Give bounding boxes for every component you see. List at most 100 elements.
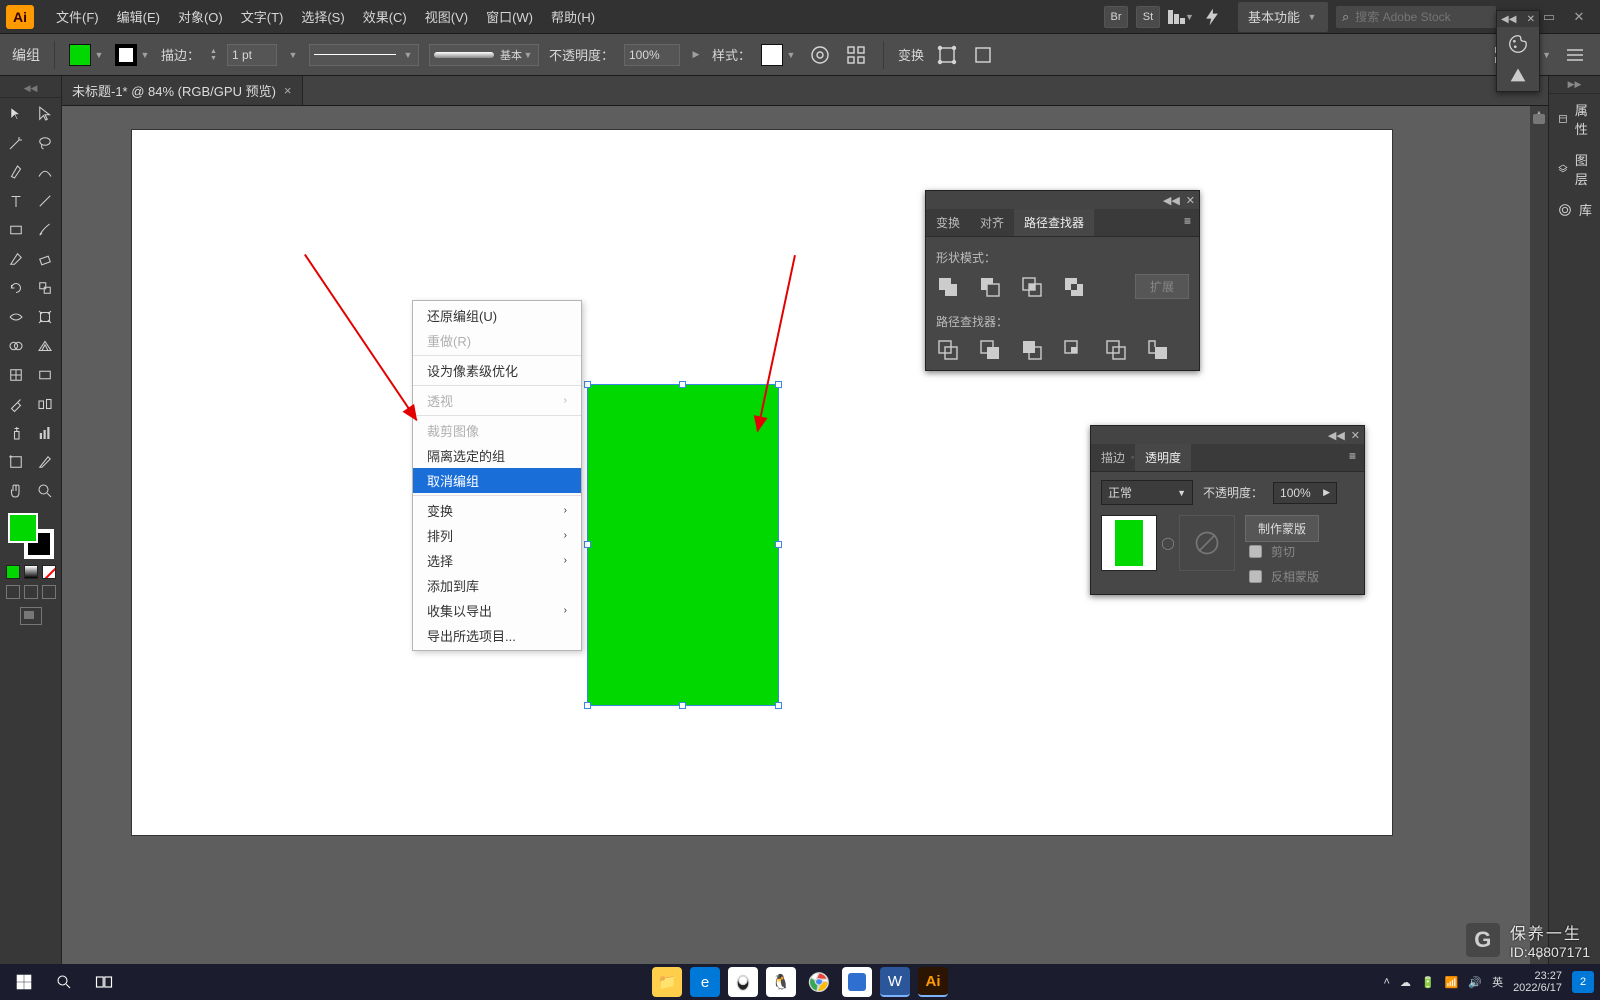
scale-tool[interactable] (31, 274, 59, 302)
close-icon[interactable]: ✕ (1186, 194, 1195, 207)
minus-front-icon[interactable] (978, 275, 1002, 299)
free-transform-tool[interactable] (31, 303, 59, 331)
menu-object[interactable]: 对象(O) (170, 3, 231, 30)
tab-transform[interactable]: 变换 (926, 209, 970, 236)
selected-group[interactable] (588, 385, 778, 705)
curvature-tool[interactable] (31, 158, 59, 186)
tab-pathfinder[interactable]: 路径查找器 (1014, 209, 1094, 236)
ctx-undo[interactable]: 还原编组(U) (413, 303, 581, 328)
eraser-tool[interactable] (31, 245, 59, 273)
opacity-input[interactable]: 100%▶ (1273, 482, 1337, 504)
transparency-panel[interactable]: ◀◀✕ 描边 ◦透明度 ≡ 正常▼ 不透明度： 100%▶ ◯ 制作蒙版 (1090, 425, 1365, 595)
column-graph-tool[interactable] (31, 419, 59, 447)
menu-edit[interactable]: 编辑(E) (109, 3, 168, 30)
eyedropper-tool[interactable] (2, 390, 30, 418)
doc-tab[interactable]: 未标题-1* @ 84% (RGB/GPU 预览) × (62, 76, 303, 105)
taskbar-chrome[interactable] (804, 967, 834, 997)
mesh-tool[interactable] (2, 361, 30, 389)
mask-thumb[interactable] (1179, 515, 1235, 571)
dock-toggle[interactable]: ▶▶ (1549, 76, 1600, 94)
resize-handle[interactable] (679, 702, 686, 709)
draw-behind-icon[interactable] (24, 585, 38, 599)
close-icon[interactable]: ✕ (1351, 429, 1360, 442)
resize-handle[interactable] (775, 702, 782, 709)
divide-icon[interactable] (936, 338, 960, 362)
exclude-icon[interactable] (1062, 275, 1086, 299)
menu-effect[interactable]: 效果(C) (355, 3, 415, 30)
unite-icon[interactable] (936, 275, 960, 299)
tab-align[interactable]: 对齐 (970, 209, 1014, 236)
menu-window[interactable]: 窗口(W) (478, 3, 541, 30)
line-tool[interactable] (31, 187, 59, 215)
opacity-arrow-icon[interactable]: ▶ (690, 44, 702, 66)
gradient-fill-icon[interactable] (24, 565, 38, 579)
tab-stroke[interactable]: 描边 (1091, 444, 1135, 471)
fill-swatch[interactable]: ▼ (69, 44, 105, 66)
panel-menu-icon[interactable]: ≡ (1176, 209, 1199, 236)
search-input[interactable] (1353, 9, 1490, 25)
close-tab-icon[interactable]: × (284, 83, 292, 98)
menu-icon[interactable] (1562, 42, 1588, 68)
ctx-add-to-library[interactable]: 添加到库 (413, 573, 581, 598)
ctx-select[interactable]: 选择› (413, 548, 581, 573)
crop-icon[interactable] (1062, 338, 1086, 362)
search-box[interactable]: ⌕ (1336, 6, 1496, 28)
color-palette-icon[interactable] (1507, 33, 1529, 55)
scrollbar-thumb[interactable] (1533, 114, 1545, 124)
color-mini-panel[interactable]: ◀◀✕ (1496, 10, 1540, 92)
stroke-swatch[interactable]: ▼ (115, 44, 151, 66)
minus-back-icon[interactable] (1146, 338, 1170, 362)
blend-tool[interactable] (31, 390, 59, 418)
solid-fill-icon[interactable] (6, 565, 20, 579)
ctx-ungroup[interactable]: 取消编组 (413, 468, 581, 493)
taskbar-qq[interactable] (728, 967, 758, 997)
ctx-transform[interactable]: 变换› (413, 498, 581, 523)
artboard-tool[interactable] (2, 448, 30, 476)
stroke-weight-stepper[interactable]: ▲▼ (210, 48, 217, 62)
ctx-isolate[interactable]: 隔离选定的组 (413, 443, 581, 468)
menu-help[interactable]: 帮助(H) (543, 3, 603, 30)
lasso-tool[interactable] (31, 129, 59, 157)
color-guide-icon[interactable] (1507, 63, 1529, 85)
taskbar-word[interactable]: W (880, 967, 910, 997)
vertical-scrollbar[interactable]: ▲ ▼ (1530, 106, 1548, 964)
task-view-icon[interactable] (86, 967, 122, 997)
tray-battery-icon[interactable]: 🔋 (1421, 976, 1435, 989)
gpu-preview-icon[interactable] (1202, 7, 1222, 27)
notification-badge[interactable]: 2 (1572, 971, 1594, 993)
tray-cloud-icon[interactable]: ☁ (1400, 976, 1411, 989)
shape-builder-tool[interactable] (2, 332, 30, 360)
tray-chevron-icon[interactable]: ˄ (1384, 976, 1390, 988)
fill-stroke-box[interactable] (8, 513, 54, 559)
bridge-button[interactable]: Br (1104, 6, 1128, 28)
paintbrush-tool[interactable] (31, 216, 59, 244)
ctx-arrange[interactable]: 排列› (413, 523, 581, 548)
blend-mode-select[interactable]: 正常▼ (1101, 480, 1193, 505)
menu-file[interactable]: 文件(F) (48, 3, 107, 30)
resize-handle[interactable] (775, 381, 782, 388)
resize-handle[interactable] (584, 702, 591, 709)
link-mask-icon[interactable]: ◯ (1157, 532, 1179, 554)
dock-properties[interactable]: 属性 (1549, 94, 1600, 144)
taskbar-app-blue[interactable] (842, 967, 872, 997)
tray-ime[interactable]: 英 (1492, 974, 1503, 990)
rotate-tool[interactable] (2, 274, 30, 302)
menu-select[interactable]: 选择(S) (293, 3, 352, 30)
recolor-icon[interactable] (807, 42, 833, 68)
taskbar-app-penguin[interactable]: 🐧 (766, 967, 796, 997)
zoom-tool[interactable] (31, 477, 59, 505)
object-thumb[interactable] (1101, 515, 1157, 571)
selection-tool[interactable] (2, 100, 30, 128)
make-mask-button[interactable]: 制作蒙版 (1245, 515, 1319, 542)
menu-type[interactable]: 文字(T) (233, 3, 292, 30)
perspective-grid-tool[interactable] (31, 332, 59, 360)
symbol-sprayer-tool[interactable] (2, 419, 30, 447)
ctx-collect-export[interactable]: 收集以导出› (413, 598, 581, 623)
resize-handle[interactable] (775, 541, 782, 548)
ctx-pixel-perfect[interactable]: 设为像素级优化 (413, 358, 581, 383)
close-icon[interactable]: ✕ (1527, 14, 1535, 25)
screen-mode-icon[interactable] (20, 607, 42, 625)
dock-libraries[interactable]: 库 (1549, 194, 1600, 225)
tray-wifi-icon[interactable]: 📶 (1445, 976, 1459, 989)
opacity-input[interactable] (624, 44, 680, 66)
